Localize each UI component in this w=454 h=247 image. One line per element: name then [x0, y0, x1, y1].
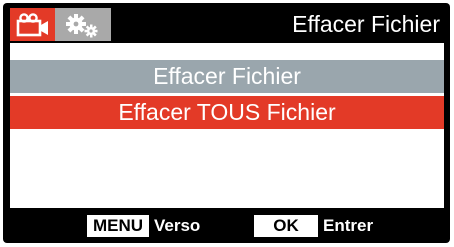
- menu-item-effacer-tous-fichier[interactable]: Effacer TOUS Fichier: [10, 96, 444, 129]
- footer-bar: MENU Verso OK Entrer: [3, 208, 450, 243]
- menu-list: Effacer Fichier Effacer TOUS Fichier: [10, 43, 444, 208]
- menu-key-button[interactable]: MENU: [87, 215, 149, 237]
- video-camera-icon: [16, 12, 48, 36]
- settings-gears-icon: [66, 13, 98, 37]
- tab-video[interactable]: [10, 8, 55, 41]
- ok-key-button[interactable]: OK: [254, 215, 318, 237]
- device-screen: Effacer Fichier Effacer Fichier Effacer …: [3, 3, 450, 243]
- ok-key-action-label: Entrer: [323, 216, 374, 235]
- menu-key-action-label: Verso: [154, 216, 201, 235]
- page-title: Effacer Fichier: [292, 11, 440, 37]
- tab-settings[interactable]: [55, 8, 111, 41]
- header-bar: Effacer Fichier: [3, 3, 450, 43]
- menu-item-effacer-fichier[interactable]: Effacer Fichier: [10, 60, 444, 93]
